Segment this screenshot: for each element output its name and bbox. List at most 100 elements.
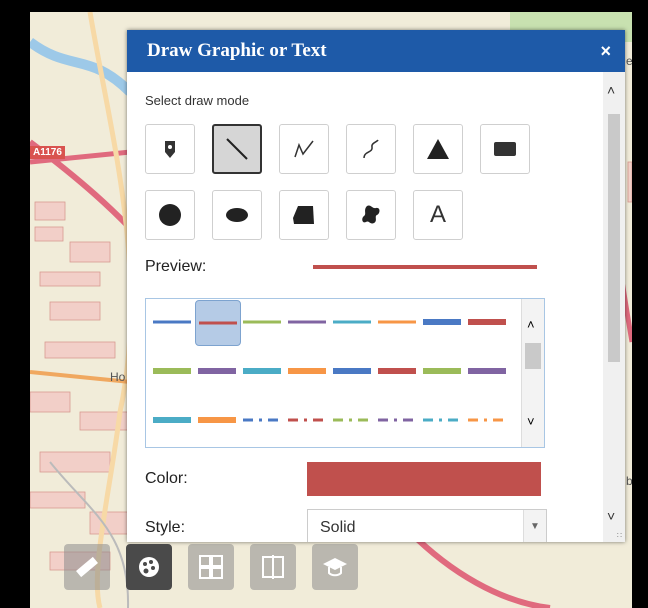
line-style-swatch[interactable] [465, 300, 509, 344]
draw-mode-line-button[interactable] [212, 124, 262, 174]
line-style-sample [423, 319, 461, 325]
triangle-icon [427, 139, 449, 159]
chevron-down-icon[interactable]: ˅ [607, 508, 615, 524]
line-style-sample [333, 320, 371, 324]
line-style-swatch[interactable] [420, 300, 464, 344]
palette-icon [139, 557, 159, 577]
line-style-sample [378, 418, 416, 422]
draw-mode-circle-button[interactable] [145, 190, 195, 240]
line-style-sample [198, 368, 236, 374]
line-style-sample [198, 417, 236, 423]
line-style-sample [468, 418, 506, 422]
line-style-sample [378, 320, 416, 324]
draw-panel: Draw Graphic or Text × Select draw mode [127, 30, 625, 542]
line-style-sample [423, 368, 461, 374]
basemap-gallery-button[interactable] [188, 544, 234, 590]
line-style-swatch[interactable] [285, 349, 329, 393]
panel-header: Draw Graphic or Text × [127, 30, 625, 72]
swipe-icon [262, 555, 284, 579]
line-style-swatch[interactable] [330, 349, 374, 393]
chevron-down-icon[interactable]: ˅ [527, 414, 535, 429]
line-style-sample [378, 368, 416, 374]
polyline-icon [294, 140, 314, 158]
about-button[interactable] [312, 544, 358, 590]
line-style-sample [199, 321, 237, 325]
color-picker[interactable] [307, 462, 541, 496]
draw-mode-freehand-polygon-button[interactable] [346, 190, 396, 240]
line-style-swatch[interactable] [195, 349, 239, 393]
gallery-scroll-thumb[interactable] [525, 343, 541, 369]
line-style-swatch[interactable] [240, 300, 284, 344]
map-edge-label: be [626, 474, 632, 488]
line-style-sample [153, 368, 191, 374]
line-style-sample [468, 319, 506, 325]
line-style-swatch[interactable] [330, 398, 374, 442]
line-style-swatch[interactable] [150, 398, 194, 442]
line-style-swatch[interactable] [375, 300, 419, 344]
line-style-swatch[interactable] [375, 398, 419, 442]
line-style-sample [288, 320, 326, 324]
line-style-sample [153, 417, 191, 423]
line-style-sample [288, 418, 326, 422]
chevron-up-icon[interactable]: ˄ [607, 82, 615, 98]
line-style-swatch[interactable] [285, 398, 329, 442]
line-style-swatch[interactable] [150, 300, 194, 344]
line-style-swatch[interactable] [375, 349, 419, 393]
chevron-up-icon[interactable]: ˄ [527, 317, 535, 332]
draw-mode-polygon-button[interactable] [279, 190, 329, 240]
line-style-swatch[interactable] [240, 398, 284, 442]
dropdown-arrow-icon[interactable]: ▼ [523, 510, 546, 542]
text-icon: A [429, 201, 446, 228]
line-icon [226, 138, 248, 160]
line-style-sample [333, 368, 371, 374]
map-place-label: Ho [110, 370, 126, 384]
ruler-icon [76, 556, 98, 578]
line-style-swatch[interactable] [465, 349, 509, 393]
freehand-polygon-icon [362, 205, 380, 224]
line-style-swatch[interactable] [330, 300, 374, 344]
road-label: A1176 [30, 146, 65, 159]
line-style-sample [243, 418, 281, 422]
draw-mode-rectangle-button[interactable] [480, 124, 530, 174]
color-label: Color: [145, 470, 188, 487]
graduation-cap-icon [323, 558, 347, 577]
preview-label: Preview: [145, 258, 207, 275]
panel-scroll-thumb[interactable] [608, 114, 620, 362]
draw-mode-point-button[interactable] [145, 124, 195, 174]
gallery-scrollbar[interactable]: ˄ ˅ [521, 299, 544, 447]
line-style-swatch[interactable] [240, 349, 284, 393]
line-style-sample [153, 320, 191, 324]
panel-title: Draw Graphic or Text [147, 40, 327, 61]
draw-mode-ellipse-button[interactable] [212, 190, 262, 240]
draw-mode-polyline-button[interactable] [279, 124, 329, 174]
swipe-button[interactable] [250, 544, 296, 590]
line-style-swatch[interactable] [195, 300, 241, 346]
preview-line [313, 265, 537, 269]
line-style-swatch[interactable] [420, 349, 464, 393]
freehand-line-icon [363, 139, 379, 159]
style-label: Style: [145, 519, 186, 536]
style-select[interactable]: Solid ▼ [307, 509, 547, 542]
line-style-swatch[interactable] [285, 300, 329, 344]
draw-mode-freehand-line-button[interactable] [346, 124, 396, 174]
line-style-sample [423, 418, 461, 422]
map-edge-label: es [626, 54, 632, 68]
line-style-sample [243, 368, 281, 374]
rectangle-icon [494, 142, 516, 156]
draw-mode-triangle-button[interactable] [413, 124, 463, 174]
line-symbol-gallery: ˄ ˅ [145, 298, 545, 448]
measure-button[interactable] [64, 544, 110, 590]
style-select-value: Solid [320, 519, 356, 536]
panel-scrollbar[interactable]: ˄ ˅ ∷ [603, 72, 625, 542]
close-icon[interactable]: × [600, 41, 611, 62]
map-pin-icon [165, 141, 175, 158]
panel-body: Select draw mode A Preview: ˄ ˅ Color: S… [127, 72, 603, 542]
resize-grip-icon[interactable]: ∷ [617, 531, 622, 540]
line-style-swatch[interactable] [195, 398, 239, 442]
line-style-swatch[interactable] [150, 349, 194, 393]
line-style-swatch[interactable] [420, 398, 464, 442]
line-style-swatch[interactable] [465, 398, 509, 442]
draw-button[interactable] [126, 544, 172, 590]
draw-mode-text-button[interactable]: A [413, 190, 463, 240]
circle-icon [159, 204, 181, 226]
